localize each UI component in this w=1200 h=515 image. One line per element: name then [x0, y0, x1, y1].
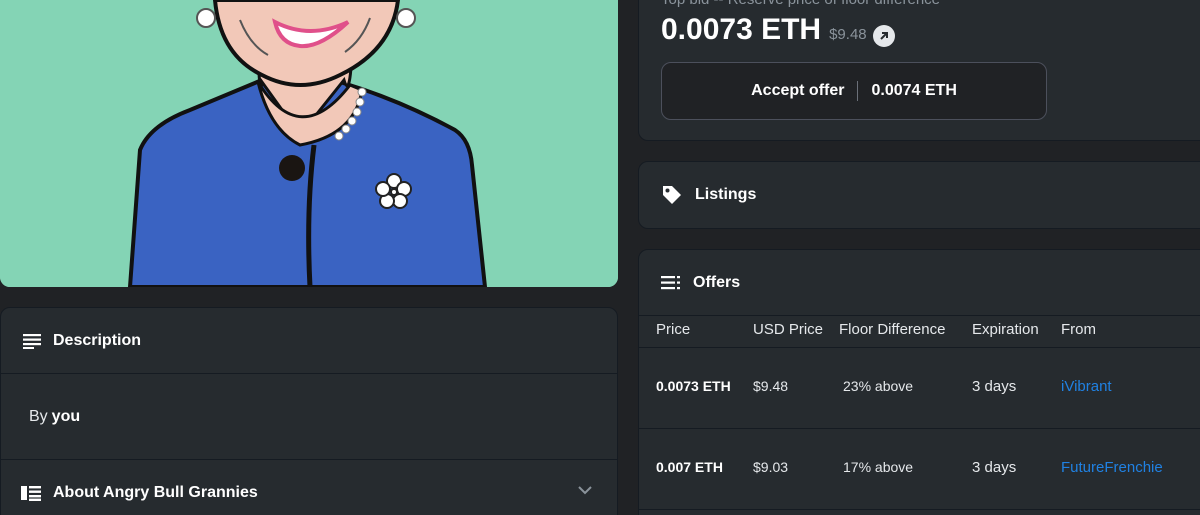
- current-price-row: 0.0073 ETH $9.48: [661, 13, 895, 47]
- col-price: Price: [656, 321, 691, 338]
- listings-title: Listings: [695, 186, 757, 203]
- offer-from-link[interactable]: iVibrant: [1061, 378, 1112, 395]
- offer-floor-diff: 23% above: [843, 378, 914, 394]
- table-row: 0.007 ETH $9.03 17% above 3 days FutureF…: [639, 429, 1200, 510]
- offer-price: 0.007 ETH: [656, 459, 723, 475]
- chevron-down-icon[interactable]: [577, 482, 593, 500]
- by-prefix: By: [29, 407, 48, 425]
- offer-expiration: 3 days: [972, 378, 1017, 395]
- description-title: Description: [53, 331, 142, 349]
- accept-offer-price: 0.0074 ETH: [871, 82, 957, 99]
- offers-title: Offers: [693, 273, 741, 291]
- about-collection-header[interactable]: About Angry Bull Grannies: [1, 460, 617, 515]
- table-row: 0.0073 ETH $9.48 23% above 3 days iVibra…: [639, 348, 1200, 429]
- listings-panel-header[interactable]: Listings: [638, 161, 1200, 229]
- description-panel: Description By you About Angry Bull Gran…: [0, 307, 618, 515]
- col-expiration: Expiration: [972, 321, 1039, 338]
- granny-illustration: [0, 0, 618, 287]
- accept-offer-label: Accept offer: [751, 82, 845, 99]
- offers-panel: Offers Price USD Price Floor Difference …: [638, 249, 1200, 515]
- offers-table-header: Price USD Price Floor Difference Expirat…: [639, 316, 1200, 348]
- offer-price: 0.0073 ETH: [656, 378, 731, 394]
- price-panel: Top bid -- Reserve price of floor differ…: [638, 0, 1200, 141]
- about-icon: [21, 485, 41, 501]
- col-from: From: [1061, 321, 1096, 338]
- offer-usd: $9.48: [753, 378, 789, 394]
- accept-offer-button[interactable]: Accept offer 0.0074 ETH: [661, 62, 1047, 120]
- offer-from-link[interactable]: FutureFrenchie: [1061, 459, 1163, 476]
- description-header[interactable]: Description: [1, 308, 617, 374]
- col-usd-price: USD Price: [753, 321, 824, 338]
- tag-icon: [661, 184, 683, 206]
- arrow-up-right-icon[interactable]: [872, 25, 895, 47]
- description-icon: [21, 330, 43, 352]
- list-icon: [661, 275, 681, 290]
- by-user-link[interactable]: you: [52, 408, 80, 426]
- col-floor-difference: Floor Difference: [839, 321, 946, 338]
- offers-header[interactable]: Offers: [639, 250, 1200, 316]
- offer-expiration: 3 days: [972, 459, 1017, 476]
- nft-artwork[interactable]: [0, 0, 618, 287]
- current-price-usd: $9.48: [829, 26, 867, 43]
- creator-byline: By you: [1, 374, 617, 460]
- about-title: About Angry Bull Grannies: [53, 484, 258, 501]
- offer-floor-diff: 17% above: [843, 459, 914, 475]
- button-divider: [857, 81, 859, 101]
- price-label: Top bid -- Reserve price of floor differ…: [661, 0, 940, 8]
- current-price: 0.0073 ETH: [661, 13, 822, 46]
- offer-usd: $9.03: [753, 459, 789, 475]
